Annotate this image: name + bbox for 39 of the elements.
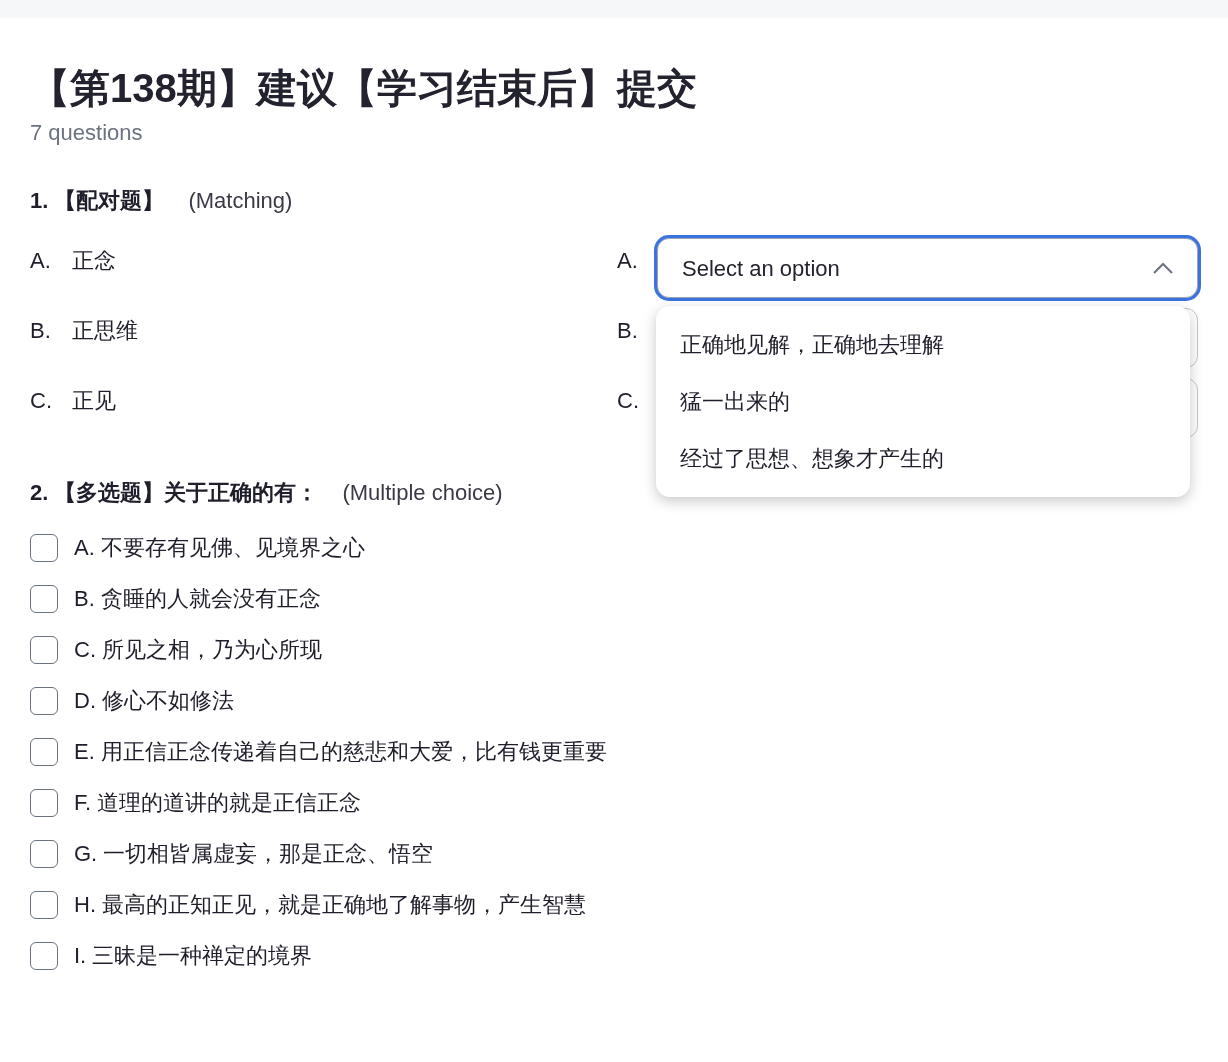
checkbox[interactable] <box>30 687 58 715</box>
prompt-text: 正思维 <box>72 317 138 345</box>
checkbox[interactable] <box>30 840 58 868</box>
quiz-title: 【第138期】建议【学习结束后】提交 <box>30 65 698 112</box>
checkbox[interactable] <box>30 534 58 562</box>
choice-text: D. 修心不如修法 <box>74 687 235 715</box>
prompt-letter: A. <box>30 247 52 275</box>
chevron-icon <box>1153 262 1173 274</box>
dropdown-option[interactable]: 正确地见解，正确地去理解 <box>656 316 1190 373</box>
prompt-letter: C. <box>30 387 53 415</box>
choice-text: I. 三昧是一种禅定的境界 <box>74 942 313 970</box>
select-placeholder: Select an option <box>682 254 840 283</box>
question-label: 1. 【配对题】 <box>30 187 165 215</box>
question-type: (Multiple choice) <box>342 479 503 507</box>
prompt-text: 正见 <box>72 387 116 415</box>
checkbox[interactable] <box>30 738 58 766</box>
choice-text: F. 道理的道讲的就是正信正念 <box>74 789 362 817</box>
question-type: (Matching) <box>188 187 293 215</box>
answer-letter: B. <box>617 317 639 345</box>
prompt-letter: B. <box>30 317 52 345</box>
prompt-text: 正念 <box>72 247 116 275</box>
choice-text: G. 一切相皆属虚妄，那是正念、悟空 <box>74 840 434 868</box>
question-count: 7 questions <box>30 119 144 147</box>
select-dropdown[interactable]: Select an option <box>657 238 1198 298</box>
checkbox[interactable] <box>30 585 58 613</box>
answer-letter: A. <box>617 247 639 275</box>
choice-text: H. 最高的正知正见，就是正确地了解事物，产生智慧 <box>74 891 587 919</box>
checkbox[interactable] <box>30 942 58 970</box>
question-label: 2. 【多选题】关于正确的有： <box>30 479 319 507</box>
dropdown-option[interactable]: 经过了思想、想象才产生的 <box>656 430 1190 487</box>
checkbox[interactable] <box>30 789 58 817</box>
checkbox[interactable] <box>30 891 58 919</box>
choice-text: C. 所见之相，乃为心所现 <box>74 636 323 664</box>
checkbox[interactable] <box>30 636 58 664</box>
answer-letter: C. <box>617 387 640 415</box>
dropdown-option[interactable]: 猛一出来的 <box>656 373 1190 430</box>
choice-text: B. 贪睡的人就会没有正念 <box>74 585 321 613</box>
choice-text: A. 不要存有见佛、见境界之心 <box>74 534 365 562</box>
choice-text: E. 用正信正念传递着自己的慈悲和大爱，比有钱更重要 <box>74 738 607 766</box>
